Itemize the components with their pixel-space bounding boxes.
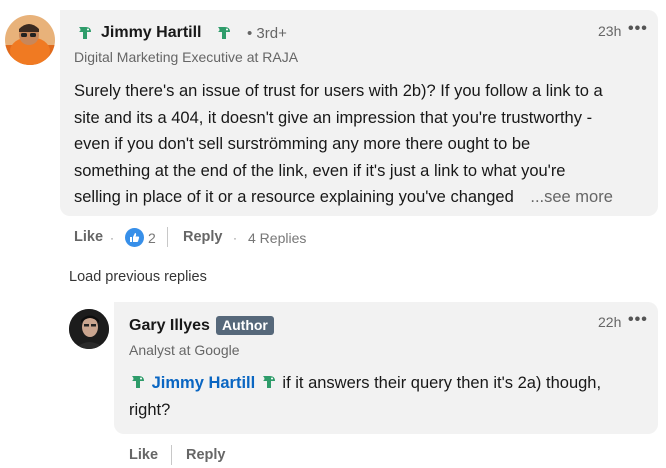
- see-more-link[interactable]: ...see more: [530, 188, 613, 206]
- reply-body-line: right?: [129, 400, 171, 419]
- author-badge: Author: [216, 316, 274, 335]
- avatar-jimmy-hartill[interactable]: [5, 15, 55, 65]
- green-fish-icon: [129, 374, 147, 392]
- reply-author-name[interactable]: Gary Illyes: [129, 317, 210, 335]
- like-button[interactable]: Like: [74, 229, 103, 245]
- avatar-gary-illyes[interactable]: [69, 309, 109, 349]
- green-fish-icon: [76, 24, 94, 44]
- comment-body-line: Surely there's an issue of trust for use…: [74, 82, 603, 100]
- comment-body-line: something at the end of the link, even i…: [74, 161, 566, 180]
- reply-author-headline: Analyst at Google: [129, 342, 240, 358]
- ellipsis-icon[interactable]: •••: [628, 20, 648, 38]
- action-divider: [171, 445, 172, 465]
- comment-body: Surely there's an issue of trust for use…: [74, 78, 654, 211]
- green-fish-icon: [215, 24, 233, 44]
- action-divider: [167, 227, 168, 247]
- reply-body-line: Jimmy Hartill if it answers their query …: [129, 370, 649, 397]
- reply-body: Jimmy Hartill if it answers their query …: [129, 370, 649, 423]
- comment-timestamp: 23h: [598, 23, 622, 39]
- comment-body-line-text: selling in place of it or a resource exp…: [74, 188, 514, 206]
- reply-button[interactable]: Reply: [183, 229, 223, 245]
- reply-reply-button[interactable]: Reply: [186, 447, 226, 463]
- comment-body-line: selling in place of it or a resource exp…: [74, 184, 654, 211]
- green-fish-icon: [260, 374, 278, 392]
- comment-body-line: even if you don't sell surströmming any …: [74, 135, 531, 153]
- mention-link[interactable]: Jimmy Hartill: [152, 374, 256, 392]
- reply-timestamp: 22h: [598, 314, 622, 330]
- comment-author-headline: Digital Marketing Executive at RAJA: [74, 49, 299, 65]
- separator-dot: ·: [233, 231, 237, 245]
- comment-author-name[interactable]: Jimmy Hartill: [101, 24, 201, 42]
- replies-count-link[interactable]: 4 Replies: [248, 230, 306, 246]
- comment-body-line: site and its a 404, it doesn't give an i…: [74, 108, 593, 127]
- reaction-count[interactable]: 2: [148, 230, 156, 246]
- separator-dot: ·: [110, 231, 114, 245]
- load-previous-replies-link[interactable]: Load previous replies: [69, 269, 207, 285]
- reply-like-button[interactable]: Like: [129, 447, 158, 463]
- like-reaction-icon[interactable]: [125, 228, 144, 252]
- reply-text: if it answers their query then it's 2a) …: [282, 374, 602, 392]
- connection-degree: • 3rd+: [247, 25, 287, 42]
- ellipsis-icon[interactable]: •••: [628, 311, 648, 329]
